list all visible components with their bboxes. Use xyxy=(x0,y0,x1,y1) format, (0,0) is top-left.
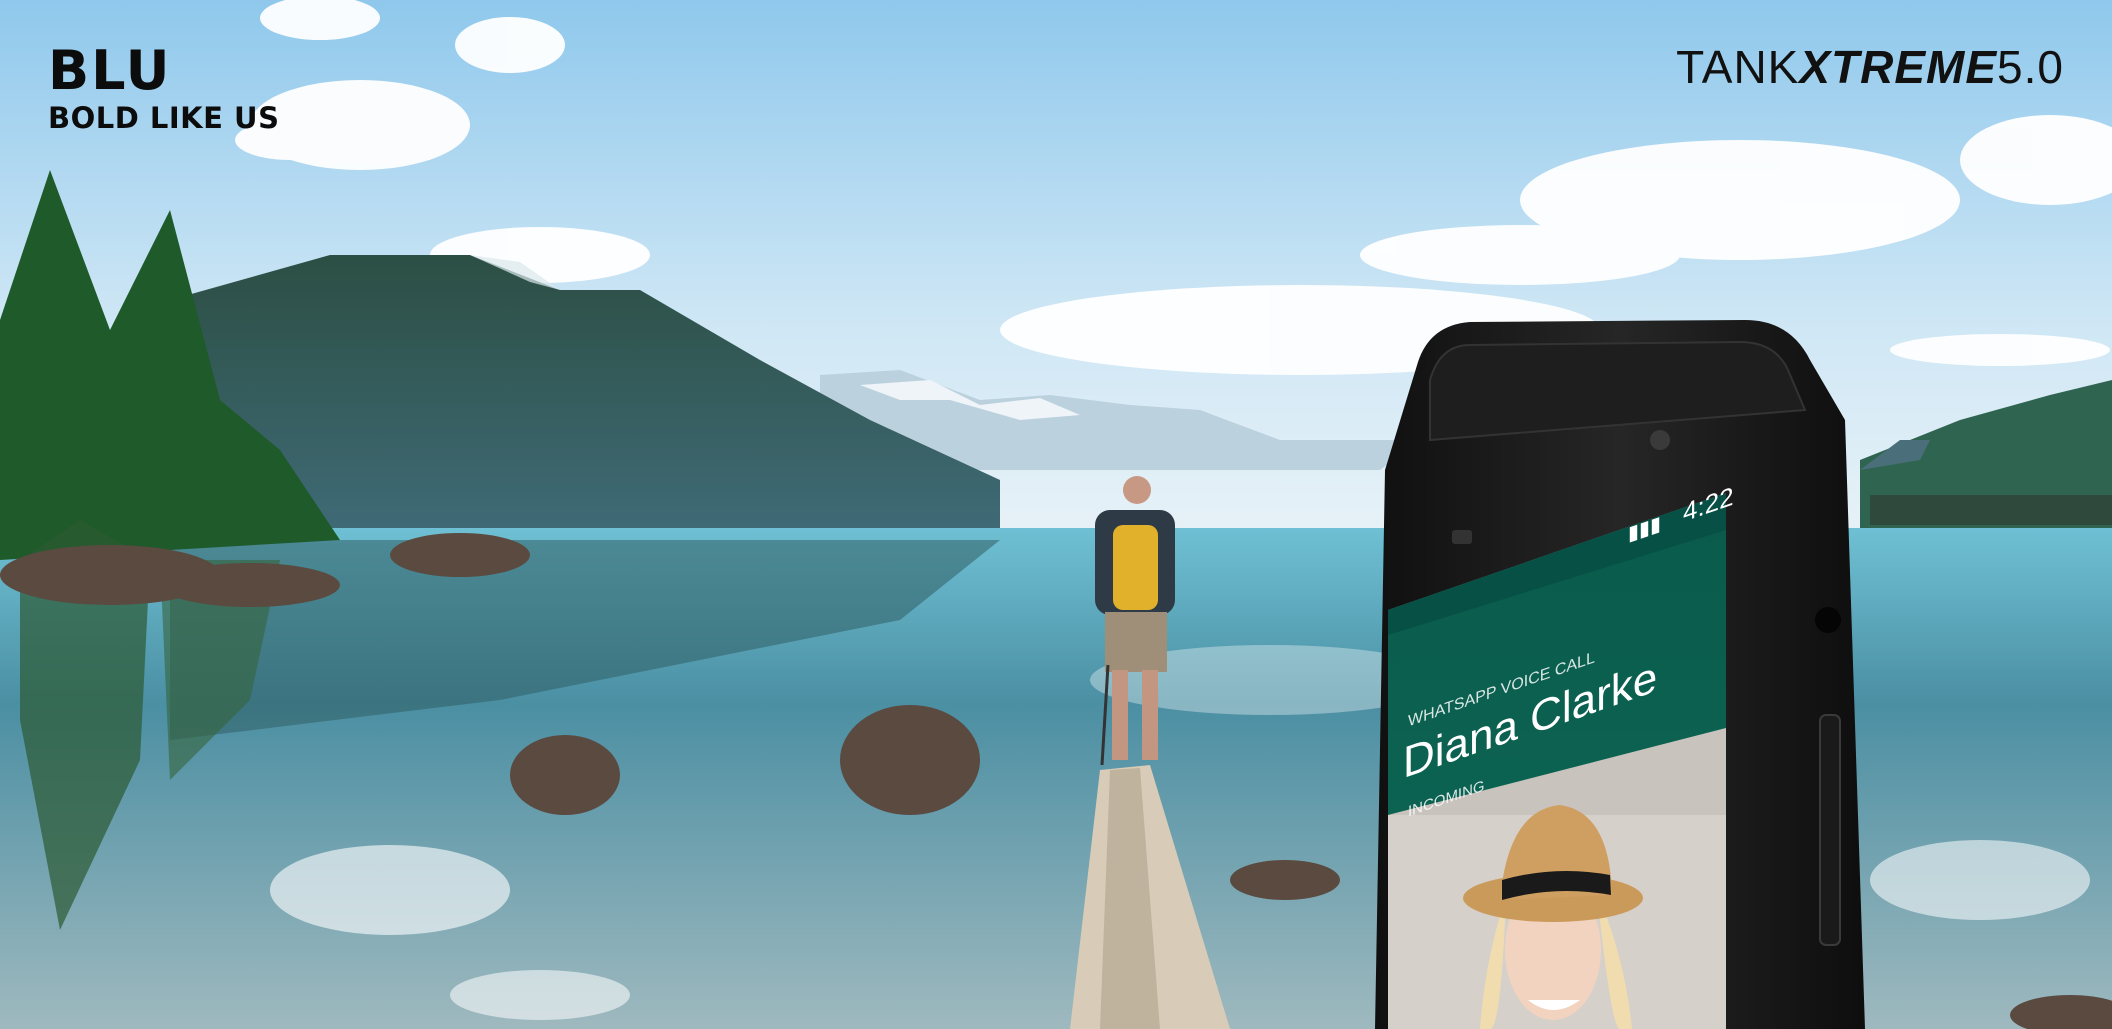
brand-logo: BLU xyxy=(48,39,172,102)
brand-tagline: BOLD LIKE US xyxy=(48,101,280,135)
status-time: 4:22 xyxy=(1683,481,1734,528)
product-name-bold: XTREME xyxy=(1799,41,1998,93)
status-icons: ▮▮▮ xyxy=(1628,512,1661,546)
product-version: 5.0 xyxy=(1997,41,2064,93)
product-name: TANKXTREME5.0 xyxy=(1676,40,2064,94)
call-state: INCOMING xyxy=(1408,778,1485,821)
brand-logo-block: BLU BOLD LIKE US xyxy=(48,44,280,133)
product-name-light: TANK xyxy=(1676,41,1800,93)
phone-screen-ui: 4:22 ▮▮▮ WHATSAPP VOICE CALL Diana Clark… xyxy=(1403,481,1734,821)
